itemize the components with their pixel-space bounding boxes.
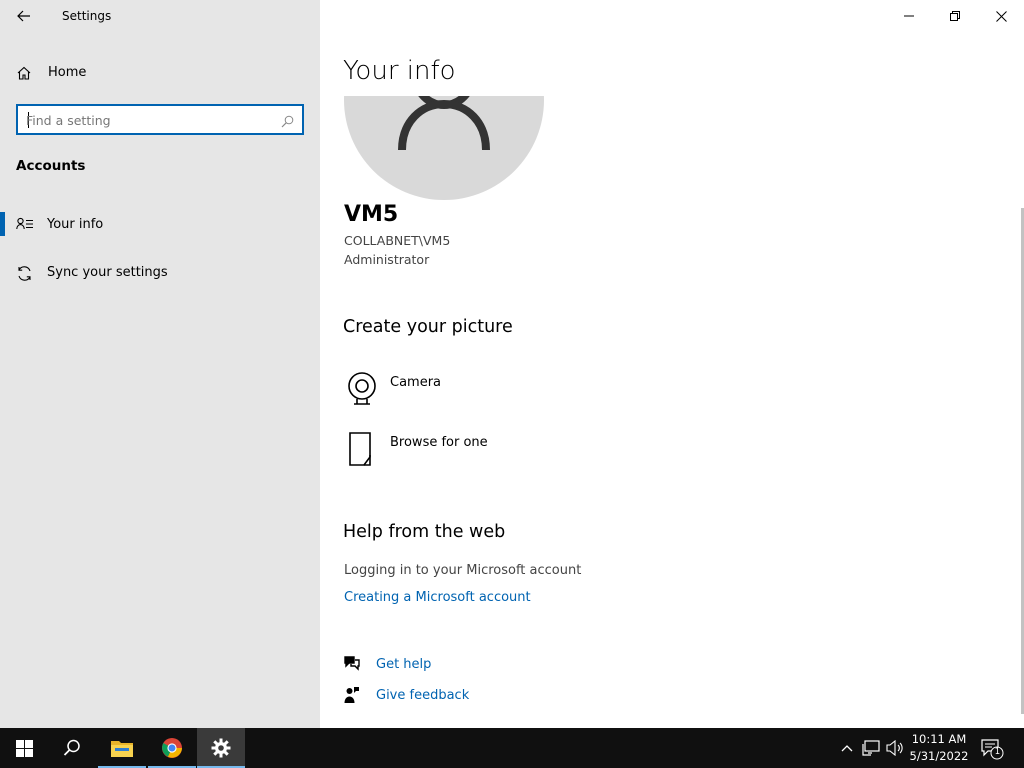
option-label: Browse for one (390, 435, 488, 450)
clock-time: 10:11 AM (911, 732, 967, 746)
get-help-link[interactable]: Get help (376, 657, 431, 672)
volume-tray-button[interactable] (885, 738, 905, 758)
camera-icon (344, 371, 380, 411)
chat-help-icon (343, 655, 361, 675)
search-box[interactable] (16, 104, 304, 135)
browse-option[interactable]: Browse for one (344, 431, 644, 475)
back-button[interactable] (12, 4, 36, 28)
notification-count: 1 (994, 747, 1001, 757)
file-explorer-button[interactable] (98, 728, 146, 768)
option-label: Camera (390, 375, 442, 390)
chevron-up-icon (841, 745, 853, 752)
restore-button[interactable] (932, 0, 978, 32)
file-icon (344, 431, 380, 471)
back-arrow-icon (17, 10, 30, 22)
sidebar-item-label: Sync your settings (47, 265, 168, 280)
sidebar-item-your-info[interactable]: Your info (0, 210, 320, 240)
taskbar-clock[interactable]: 10:11 AM 5/31/2022 (906, 731, 972, 765)
home-icon (16, 65, 32, 85)
sync-icon (16, 265, 33, 286)
close-button[interactable] (978, 0, 1024, 32)
windows-logo-icon (15, 739, 33, 757)
network-tray-button[interactable] (861, 738, 881, 758)
sidebar-item-home[interactable]: Home (0, 58, 320, 88)
user-silhouette-icon (398, 96, 490, 151)
speaker-icon (886, 740, 903, 756)
help-text: Logging in to your Microsoft account (344, 563, 582, 578)
gear-icon (211, 738, 231, 758)
user-role: Administrator (344, 252, 430, 267)
chrome-icon (162, 738, 182, 758)
create-picture-heading: Create your picture (343, 317, 513, 337)
close-icon (995, 10, 1007, 22)
search-icon[interactable] (281, 113, 294, 132)
main-content: Your info VM5 COLLABNET\VM5 Administrato… (320, 0, 1024, 728)
chrome-button[interactable] (148, 728, 196, 768)
help-web-heading: Help from the web (343, 522, 506, 542)
show-hidden-icons-button[interactable] (837, 738, 857, 758)
restore-icon (950, 11, 960, 21)
give-feedback-link[interactable]: Give feedback (376, 688, 469, 703)
sidebar-item-label: Your info (47, 217, 104, 232)
minimize-button[interactable] (886, 0, 932, 32)
creating-account-link[interactable]: Creating a Microsoft account (344, 590, 531, 605)
user-name: VM5 (344, 202, 399, 227)
search-input[interactable] (26, 110, 266, 130)
contact-card-icon (16, 217, 34, 237)
sidebar-item-label: Home (48, 65, 87, 80)
action-center-button[interactable]: 1 (980, 738, 1004, 764)
folder-icon (111, 741, 133, 757)
section-heading: Accounts (16, 158, 86, 174)
user-domain: COLLABNET\VM5 (344, 233, 451, 248)
taskbar: 10:11 AM 5/31/2022 1 (0, 728, 1024, 768)
taskbar-search-button[interactable] (48, 728, 96, 768)
settings-taskbar-button[interactable] (197, 728, 245, 768)
avatar (344, 96, 544, 200)
clock-date: 5/31/2022 (909, 749, 969, 763)
page-title: Your info (343, 56, 456, 86)
camera-option[interactable]: Camera (344, 371, 644, 415)
minimize-icon (904, 15, 914, 17)
feedback-person-icon (344, 686, 360, 708)
network-icon (862, 740, 880, 756)
settings-sidebar: Settings Home Accounts Your info (0, 0, 320, 728)
start-button[interactable] (0, 728, 48, 768)
search-icon (63, 739, 80, 756)
app-title: Settings (62, 9, 112, 23)
sidebar-item-sync-settings[interactable]: Sync your settings (0, 258, 320, 288)
